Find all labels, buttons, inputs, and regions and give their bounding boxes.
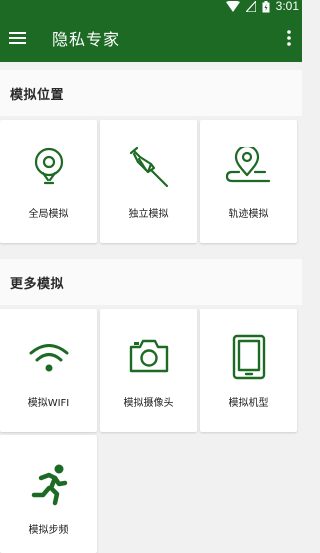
card-label: 模拟机型	[228, 398, 269, 409]
section-header-location: 模拟位置	[0, 70, 302, 116]
location-track-icon	[225, 147, 270, 183]
card-global-simulate[interactable]: 全局模拟	[0, 120, 97, 243]
status-time: 3:01	[275, 0, 299, 13]
card-track-simulate[interactable]: 轨迹模拟	[200, 120, 297, 243]
page-title: 隐私专家	[52, 29, 121, 49]
card-label: 全局模拟	[28, 209, 69, 220]
map-pin-circle-icon	[34, 147, 63, 185]
card-label: 独立模拟	[128, 209, 169, 220]
app-toolbar: 隐私专家	[0, 13, 302, 62]
card-device-model-simulate[interactable]: 模拟机型	[200, 309, 297, 432]
card-wifi-simulate[interactable]: 模拟WIFI	[0, 309, 97, 432]
card-independent-simulate[interactable]: 独立模拟	[100, 120, 197, 243]
push-pin-icon	[129, 146, 168, 188]
running-person-icon	[31, 464, 67, 506]
card-label: 模拟步频	[28, 525, 69, 536]
camera-icon	[129, 339, 168, 373]
wifi-icon	[29, 344, 68, 372]
card-label: 模拟WIFI	[27, 398, 70, 409]
card-step-frequency-simulate[interactable]: 模拟步频	[0, 435, 97, 553]
wifi-icon	[225, 1, 240, 12]
more-options-button[interactable]	[282, 25, 296, 51]
card-label: 模拟摄像头	[123, 398, 174, 409]
tablet-icon	[232, 334, 265, 380]
status-bar: 3:01	[0, 0, 302, 13]
more-vert-icon	[287, 30, 291, 46]
card-camera-simulate[interactable]: 模拟摄像头	[100, 309, 197, 432]
card-label: 轨迹模拟	[228, 209, 269, 220]
section-header-more: 更多模拟	[0, 259, 302, 305]
menu-icon	[8, 31, 26, 44]
battery-icon	[262, 0, 270, 12]
menu-button[interactable]	[4, 25, 30, 51]
signal-icon	[245, 1, 256, 12]
